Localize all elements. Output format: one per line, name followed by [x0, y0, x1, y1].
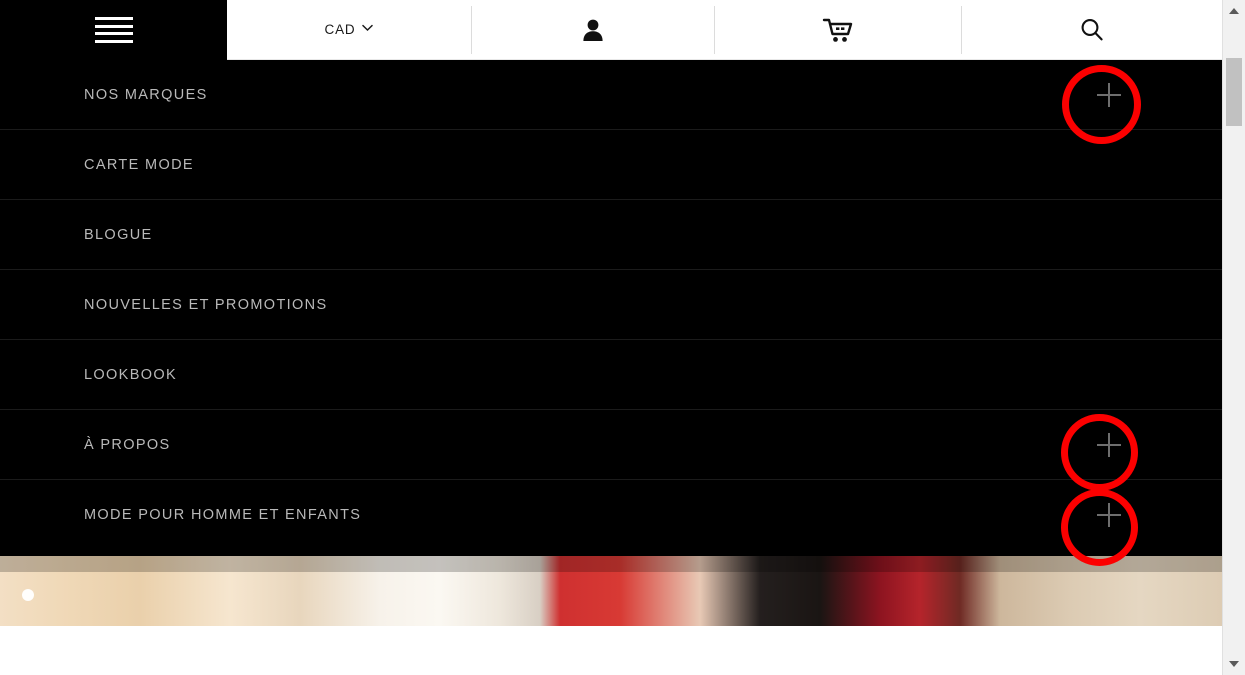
nav-item-mode-pour-homme-et-enfants[interactable]: MODE POUR HOMME ET ENFANTS: [0, 480, 1222, 550]
nav-item-nouvelles-et-promotions[interactable]: NOUVELLES ET PROMOTIONS: [0, 270, 1222, 340]
chevron-down-icon: [362, 19, 374, 37]
person-icon: [582, 18, 604, 42]
main-nav-menu: NOS MARQUES CARTE MODE BLOGUE NOUVELLES …: [0, 60, 1222, 556]
currency-label: CAD: [324, 22, 356, 37]
vertical-scrollbar[interactable]: [1222, 0, 1245, 675]
carousel-indicator-dot[interactable]: [22, 589, 34, 601]
triangle-up-icon: [1229, 8, 1239, 14]
scroll-up-arrow[interactable]: [1223, 0, 1245, 22]
plus-icon[interactable]: [1097, 503, 1121, 527]
currency-selector[interactable]: CAD: [227, 0, 471, 59]
page-body-below-fold: [0, 626, 1222, 675]
plus-icon[interactable]: [1097, 82, 1121, 107]
plus-icon[interactable]: [1097, 432, 1121, 457]
hamburger-icon: [94, 16, 133, 44]
nav-item-label: BLOGUE: [84, 226, 153, 243]
nav-item-label: À PROPOS: [84, 436, 171, 453]
nav-item-label: NOUVELLES ET PROMOTIONS: [84, 296, 328, 313]
cart-button[interactable]: [715, 0, 961, 59]
header-divider: [714, 6, 715, 54]
nav-item-blogue[interactable]: BLOGUE: [0, 200, 1222, 270]
nav-item-label: CARTE MODE: [84, 156, 194, 173]
search-icon: [1079, 17, 1105, 43]
nav-item-a-propos[interactable]: À PROPOS: [0, 410, 1222, 480]
hero-shadow-overlay: [0, 556, 1222, 572]
header-divider: [471, 6, 472, 54]
nav-item-label: MODE POUR HOMME ET ENFANTS: [84, 507, 362, 523]
header-divider: [961, 6, 962, 54]
menu-toggle-button[interactable]: [0, 0, 227, 60]
page-viewport: CAD NOS MARQUES CARTE MODE BLOGUE NOUVEL…: [0, 0, 1222, 675]
nav-item-carte-mode[interactable]: CARTE MODE: [0, 130, 1222, 200]
nav-item-label: NOS MARQUES: [84, 86, 208, 103]
triangle-down-icon: [1229, 661, 1239, 667]
search-button[interactable]: [962, 0, 1222, 59]
scroll-thumb[interactable]: [1226, 58, 1242, 126]
account-button[interactable]: [472, 0, 714, 59]
scroll-down-arrow[interactable]: [1223, 653, 1245, 675]
nav-item-nos-marques[interactable]: NOS MARQUES: [0, 60, 1222, 130]
nav-item-lookbook[interactable]: LOOKBOOK: [0, 340, 1222, 410]
shopping-cart-icon: [822, 17, 854, 43]
site-header: CAD: [0, 0, 1222, 60]
nav-item-label: LOOKBOOK: [84, 366, 177, 383]
hero-carousel[interactable]: [0, 556, 1222, 626]
